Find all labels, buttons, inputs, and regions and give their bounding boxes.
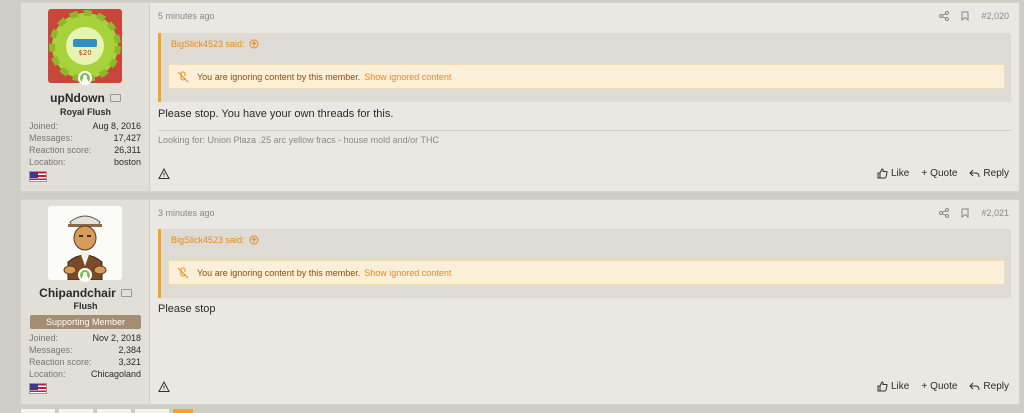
muted-icon <box>177 267 189 278</box>
like-button[interactable]: Like <box>877 168 909 179</box>
svg-text:$20: $20 <box>78 49 91 57</box>
like-button[interactable]: Like <box>877 381 909 392</box>
stat-label: Joined: <box>29 333 59 343</box>
reply-button[interactable]: Reply <box>969 168 1009 179</box>
arrow-up-circle-icon[interactable] <box>249 39 259 49</box>
page-button-active[interactable] <box>172 408 194 413</box>
arrow-up-circle-icon[interactable] <box>249 235 259 245</box>
user-stats: Joined: Aug 8, 2016 Messages: 17,427 React… <box>29 120 141 168</box>
stat-value: Chicagoland <box>90 369 141 379</box>
stat-label: Location: <box>29 369 66 379</box>
username-text[interactable]: upNdown <box>50 91 105 105</box>
post-2021: Chipandchair Flush Supporting Member Joi… <box>20 199 1020 405</box>
stat-value: 26,311 <box>114 145 141 155</box>
quote-label[interactable]: Quote <box>930 381 957 392</box>
pagination-strip <box>20 408 194 413</box>
reply-icon <box>969 169 980 178</box>
username[interactable]: Chipandchair <box>21 286 150 300</box>
ignore-text: You are ignoring content by this member. <box>197 71 361 82</box>
show-ignored-content-link[interactable]: Show ignored content <box>364 268 451 278</box>
report-warning-icon[interactable] <box>158 168 170 180</box>
quote-label[interactable]: Quote <box>930 168 957 179</box>
online-status-icon <box>78 71 92 85</box>
online-status-icon <box>78 268 92 282</box>
stat-label: Joined: <box>29 121 59 131</box>
user-stats: Joined: Nov 2, 2018 Messages: 2,384 Reacti… <box>29 332 141 380</box>
post-number[interactable]: #2,020 <box>981 11 1009 21</box>
quote-button[interactable]: + Quote <box>921 381 957 392</box>
plus-icon: + <box>921 381 928 392</box>
quote-author[interactable]: BigSlick4523 said: <box>171 235 245 245</box>
stat-label: Messages: <box>29 133 73 143</box>
plus-icon: + <box>921 168 928 179</box>
reply-button[interactable]: Reply <box>969 381 1009 392</box>
muted-icon <box>177 71 189 82</box>
ignored-content-notice: You are ignoring content by this member.… <box>168 64 1005 89</box>
user-title: Royal Flush <box>59 107 111 117</box>
stat-label: Messages: <box>29 345 73 355</box>
stat-value: Nov 2, 2018 <box>92 333 141 343</box>
reply-label[interactable]: Reply <box>983 381 1009 392</box>
post-body: Please stop. You have your own threads f… <box>158 108 394 120</box>
stat-value: boston <box>113 157 141 167</box>
ignore-text: You are ignoring content by this member. <box>197 267 361 278</box>
stat-label: Reaction score: <box>29 357 92 367</box>
us-flag-icon <box>29 383 47 394</box>
ignored-content-notice: You are ignoring content by this member.… <box>168 260 1005 285</box>
post-actions: Like + Quote Reply <box>877 168 1009 179</box>
page-button[interactable] <box>134 408 170 413</box>
quote-block: BigSlick4523 said: You are ignoring cont… <box>158 229 1011 298</box>
quote-button[interactable]: + Quote <box>921 168 957 179</box>
bookmark-icon[interactable] <box>961 11 969 21</box>
message-user-icon[interactable] <box>120 288 132 297</box>
post-number[interactable]: #2,021 <box>981 208 1009 218</box>
post-tools: #2,020 <box>939 11 1009 21</box>
post-content: 3 minutes ago #2,021 BigSlick4523 said: … <box>150 200 1019 404</box>
share-icon[interactable] <box>939 11 950 21</box>
username[interactable]: upNdown <box>21 91 150 105</box>
quote-header[interactable]: BigSlick4523 said: <box>171 39 259 49</box>
signature: Looking for: Union Plaza .25 arc yellow … <box>158 130 1011 145</box>
share-icon[interactable] <box>939 208 950 218</box>
username-text[interactable]: Chipandchair <box>39 286 116 300</box>
quote-block: BigSlick4523 said: You are ignoring cont… <box>158 33 1011 102</box>
user-panel: $20 upNdown Royal Flush Joined: Aug 8, 20… <box>21 3 150 191</box>
bookmark-icon[interactable] <box>961 208 969 218</box>
show-ignored-content-link[interactable]: Show ignored content <box>364 72 451 82</box>
page-button[interactable] <box>96 408 132 413</box>
stat-value: 3,321 <box>118 357 141 367</box>
thumbs-up-icon <box>877 381 888 392</box>
report-warning-icon[interactable] <box>158 381 170 393</box>
user-title: Flush <box>73 301 98 311</box>
post-actions: Like + Quote Reply <box>877 381 1009 392</box>
page-button[interactable] <box>20 408 56 413</box>
post-content: 5 minutes ago #2,020 BigSlick4523 said: … <box>150 3 1019 191</box>
message-user-icon[interactable] <box>109 93 121 102</box>
us-flag-icon <box>29 171 47 182</box>
user-panel: Chipandchair Flush Supporting Member Joi… <box>21 200 150 404</box>
like-label[interactable]: Like <box>891 168 909 179</box>
quote-header[interactable]: BigSlick4523 said: <box>171 235 259 245</box>
reply-label[interactable]: Reply <box>983 168 1009 179</box>
stat-label: Location: <box>29 157 66 167</box>
stat-label: Reaction score: <box>29 145 92 155</box>
page-button[interactable] <box>58 408 94 413</box>
post-timestamp[interactable]: 3 minutes ago <box>158 208 215 218</box>
stat-value: 2,384 <box>118 345 141 355</box>
stat-value: Aug 8, 2016 <box>92 121 141 131</box>
post-body: Please stop <box>158 303 216 315</box>
post-2020: $20 upNdown Royal Flush Joined: Aug 8, 20… <box>20 2 1020 192</box>
stat-value: 17,427 <box>113 133 141 143</box>
quote-author[interactable]: BigSlick4523 said: <box>171 39 245 49</box>
like-label[interactable]: Like <box>891 381 909 392</box>
post-tools: #2,021 <box>939 208 1009 218</box>
thumbs-up-icon <box>877 168 888 179</box>
reply-icon <box>969 382 980 391</box>
post-timestamp[interactable]: 5 minutes ago <box>158 11 215 21</box>
supporting-member-badge: Supporting Member <box>30 315 141 329</box>
